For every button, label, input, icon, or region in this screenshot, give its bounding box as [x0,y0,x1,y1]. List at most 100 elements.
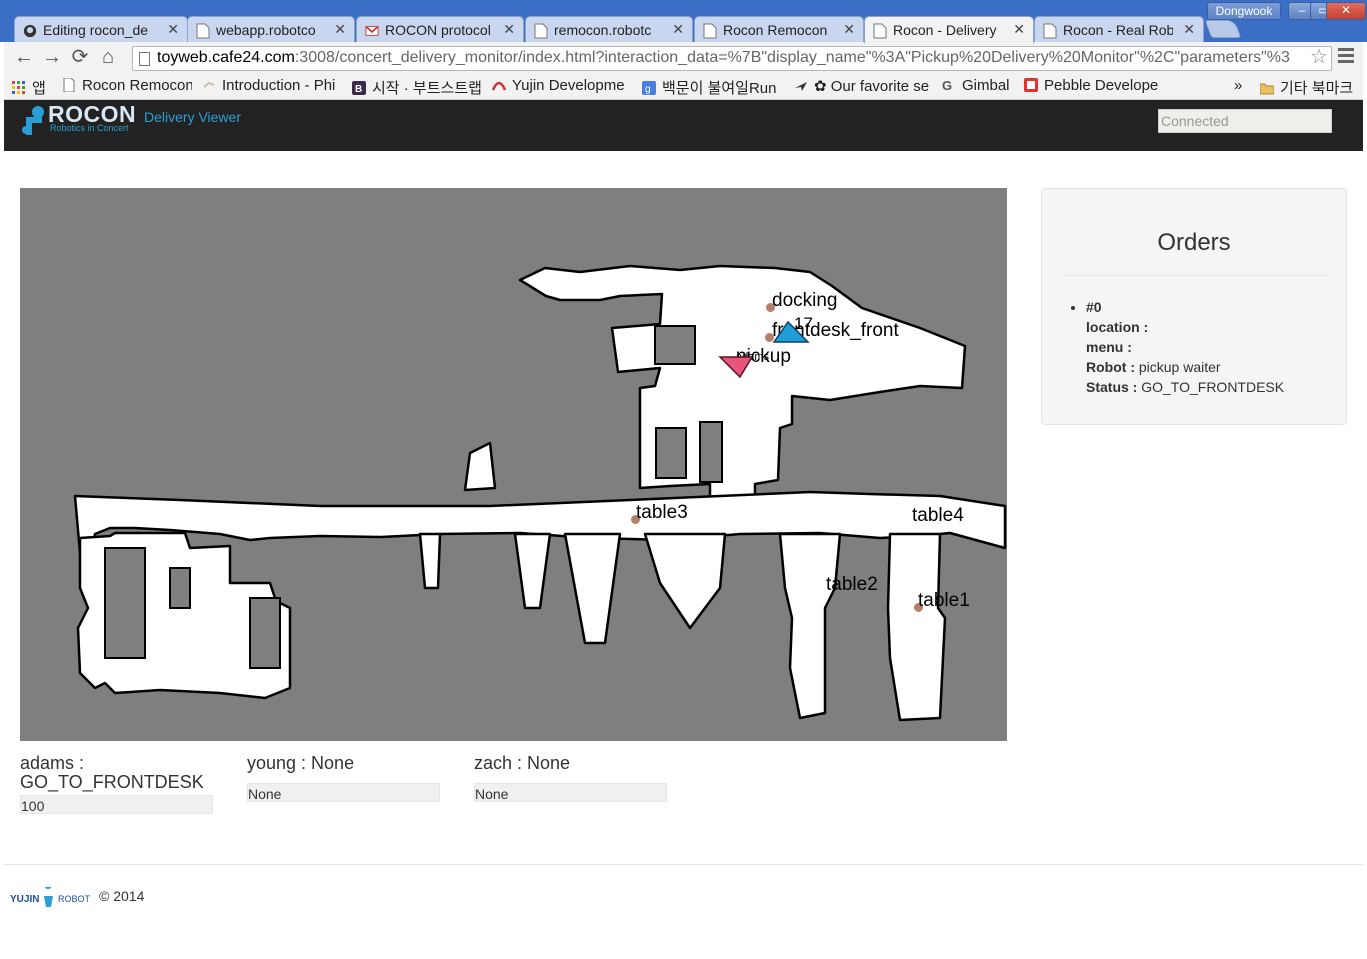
order-robot: pickup waiter [1138,359,1221,375]
bookmark-our-favorite[interactable]: ✿ Our favorite se [794,77,934,95]
close-icon[interactable]: ✕ [843,21,855,38]
bookmark-label: Yujin Developme [512,77,625,94]
occupancy-map[interactable]: docking frontdesk_front 17 pickup adams … [20,188,1007,741]
bootstrap-icon: B [352,81,366,95]
copyright: © 2014 [99,888,145,904]
menu-icon[interactable] [1338,48,1354,66]
yujin-logo-text-left: YUJIN [10,894,39,905]
bookmark-label: ✿ Our favorite se [814,78,930,95]
gmail-icon [365,25,379,36]
bookmark-label: 시작 · 부트스트랩 [372,80,482,97]
bookmark-rocon-remocon[interactable]: Rocon Remocon [62,77,192,94]
tab-strip: Editing rocon_de ✕ webapp.robotco ✕ ROCO… [0,0,1367,43]
gimbal-icon: G [942,78,952,92]
plane-icon [795,82,807,91]
robot-arrow-adams[interactable] [772,320,812,346]
folder-icon [1260,83,1274,95]
tab-label: webapp.robotco [216,22,316,38]
svg-text:g: g [645,84,651,95]
pebble-icon [1024,78,1038,92]
tab-remocon[interactable]: remocon.robotc ✕ [525,16,693,43]
order-robot-label: Robot : [1086,359,1135,375]
reload-button[interactable]: ⟳ [68,46,92,70]
tab-rocon-real-robot[interactable]: Rocon - Real Robo ✕ [1034,16,1204,43]
close-icon[interactable]: ✕ [1013,21,1025,38]
tab-webapp[interactable]: webapp.robotco ✕ [187,16,355,43]
tab-label: Editing rocon_de [43,22,149,38]
map-canvas [73,264,1007,722]
tab-label: remocon.robotc [554,22,652,38]
bookmark-label: 백문이 불여일Run [662,80,777,97]
robot-status-bar: 100 [20,795,213,814]
yujin-robot-logo: YUJIN ROBOT [10,887,90,907]
new-tab-button[interactable] [1204,20,1242,38]
page-content: ROCON Robotics in Concert Delivery Viewe… [4,100,1363,955]
bookmark-gimbal[interactable]: G Gimbal [942,77,1010,94]
url-host: toyweb.cafe24.com [157,49,295,66]
bookmark-label: 앱 [32,80,46,97]
yujin-icon [492,81,506,91]
bookmark-star-icon[interactable]: ☆ [1310,44,1328,69]
tab-rocon-delivery[interactable]: Rocon - Delivery ✕ [864,16,1034,43]
yujin-logo-text-right: ROBOT [58,894,90,904]
page-icon [534,23,548,39]
tab-rocon-remocon[interactable]: Rocon Remocon ✕ [694,16,864,43]
robot-status-title: adams : GO_TO_FRONTDESK [20,753,204,792]
location-label-table2: table2 [826,574,878,595]
tab-rocon-protocol[interactable]: ROCON protocol ✕ [356,16,524,43]
svg-text:G: G [942,78,952,92]
address-bar[interactable]: toyweb.cafe24.com:3008/concert_delivery_… [132,46,1332,71]
svg-text:B: B [355,84,362,95]
robot-status-title: zach : None [474,753,571,773]
page-icon [1043,23,1057,39]
footer-divider [4,864,1363,865]
page-icon [63,78,75,92]
bookmarks-overflow-button[interactable]: » [1234,77,1242,94]
bookmark-label: Gimbal [962,77,1010,94]
github-icon [23,24,37,38]
tab-editing-rocon[interactable]: Editing rocon_de ✕ [14,16,188,43]
bookmark-introduction[interactable]: Introduction - Phi [202,77,340,94]
home-button[interactable]: ⌂ [96,46,120,70]
close-icon[interactable]: ✕ [672,21,684,38]
robot-status-bar: None [474,783,667,802]
bookmark-apps[interactable]: 앱 [12,77,46,98]
bookmarks-bar: 앱 Rocon Remocon Introduction - Phi B 시작 ·… [4,74,1363,100]
order-status: GO_TO_FRONTDESK [1141,379,1285,395]
bookmark-bootstrap[interactable]: B 시작 · 부트스트랩 [352,77,484,98]
profile-badge[interactable]: Dongwook [1207,2,1281,20]
location-label-docking: docking [772,290,838,311]
page-icon [873,23,887,39]
page-icon [139,52,150,66]
tab-label: Rocon - Delivery [893,22,997,38]
connection-status-field[interactable] [1158,109,1332,133]
bookmark-run[interactable]: g 백문이 불여일Run [642,77,780,98]
close-icon[interactable]: ✕ [503,21,515,38]
brand-tagline: Robotics in Concert [50,123,129,133]
robot-panel-adams: adams : GO_TO_FRONTDESK 100 [20,754,215,814]
close-icon[interactable]: ✕ [334,21,346,38]
apps-grid-icon [12,81,25,94]
close-icon[interactable]: ✕ [167,21,179,38]
divider [1062,275,1328,276]
link-icon [203,81,215,88]
close-window-button[interactable]: ✕ [1326,2,1366,20]
bookmark-other[interactable]: 기타 북마크 [1260,77,1353,98]
browser-toolbar: ← → ⟳ ⌂ toyweb.cafe24.com:3008/concert_d… [4,42,1363,74]
close-icon[interactable]: ✕ [1183,21,1195,38]
page-title[interactable]: Delivery Viewer [144,109,241,125]
bookmark-label: Pebble Develope [1044,77,1159,94]
robot-status-bar: None [247,783,440,802]
page-icon [196,23,210,39]
back-button[interactable]: ← [12,46,36,70]
order-menu-label: menu : [1086,339,1132,355]
rocon-logo-icon [22,106,44,135]
bookmark-label: Rocon Remocon [82,77,192,94]
bookmark-yujin-developer[interactable]: Yujin Developme [492,77,632,94]
order-location-label: location : [1086,319,1149,335]
bookmark-pebble[interactable]: Pebble Develope [1024,77,1164,94]
forward-button[interactable]: → [40,46,64,70]
google-plus-icon: g [642,81,656,95]
page-icon [703,23,717,39]
robot-arrow-base[interactable] [718,355,754,379]
